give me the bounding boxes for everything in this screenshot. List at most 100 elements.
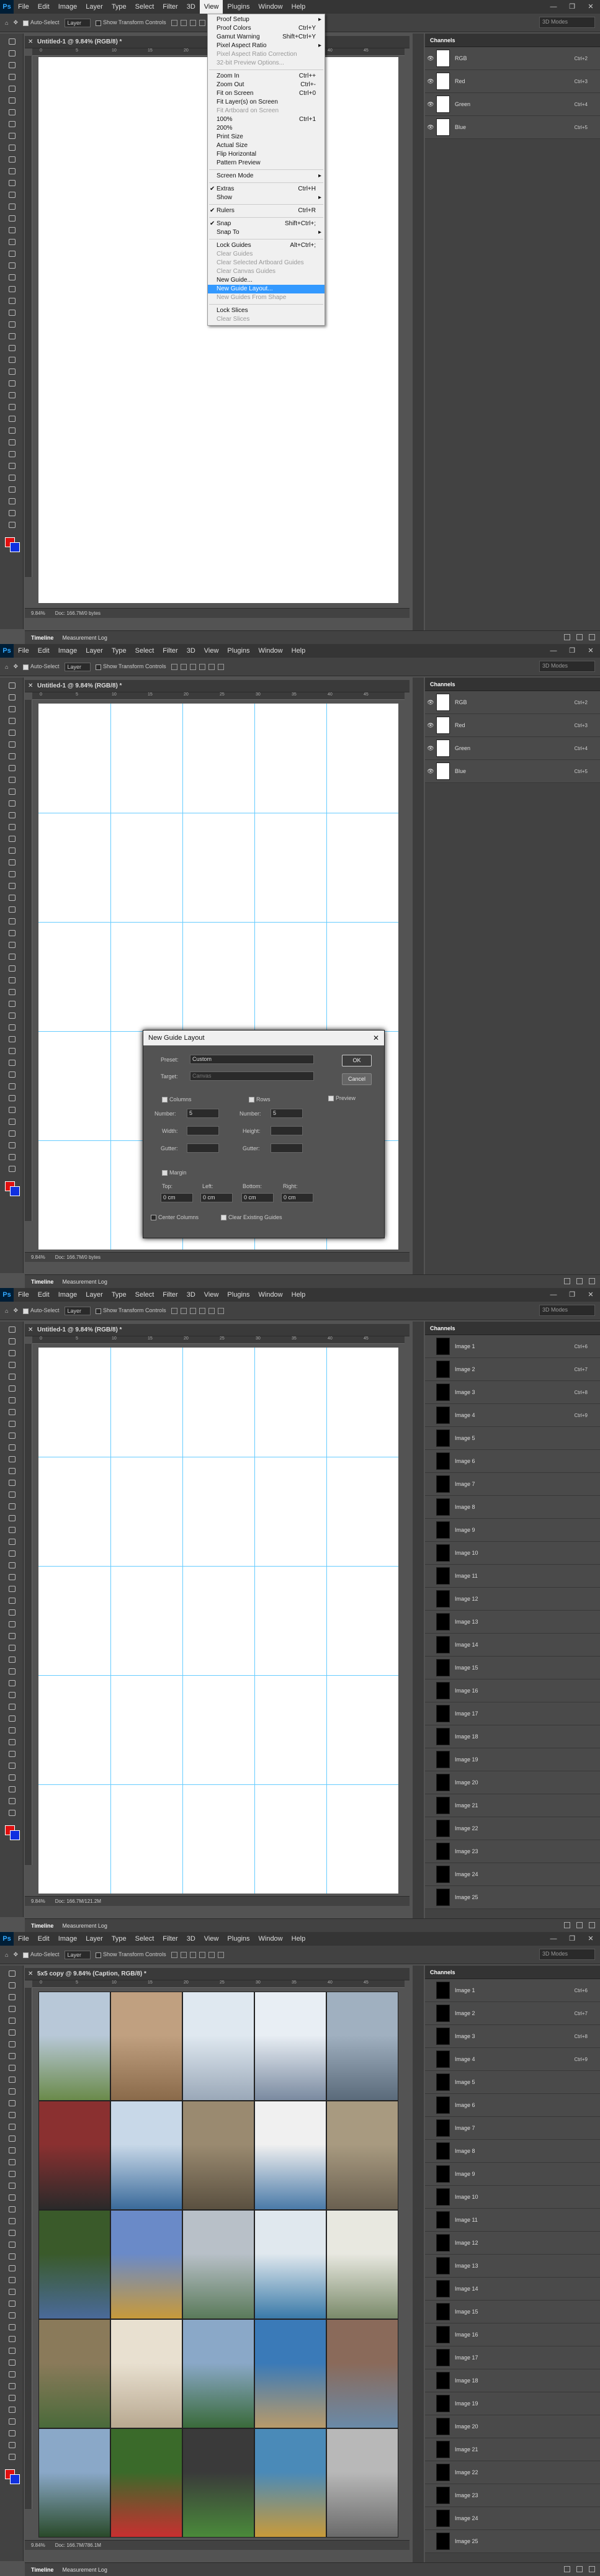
tool-icon[interactable] xyxy=(7,1420,17,1428)
photo-thumbnail[interactable] xyxy=(39,2429,110,2537)
menu-window[interactable]: Window xyxy=(254,1288,287,1302)
view-menu-item[interactable]: ✔ Extras Ctrl+H xyxy=(208,185,325,194)
channel-row[interactable]: Image 6 xyxy=(425,2094,600,2117)
view-menu-item[interactable]: Proof Setup ▸ xyxy=(208,16,325,24)
view-menu-item[interactable]: Gamut Warning Shift+Ctrl+Y xyxy=(208,33,325,42)
tool-icon[interactable] xyxy=(7,2170,17,2178)
tool-icon[interactable] xyxy=(7,776,17,784)
menu-file[interactable]: File xyxy=(14,1288,34,1302)
tool-icon[interactable] xyxy=(7,521,17,529)
align-icon[interactable] xyxy=(208,1951,215,1958)
tool-icon[interactable] xyxy=(7,1691,17,1699)
tab-timeline[interactable]: Timeline xyxy=(31,1279,53,1285)
menu-select[interactable]: Select xyxy=(131,644,159,658)
tool-icon[interactable] xyxy=(7,2016,17,2025)
channel-row[interactable]: Image 21 xyxy=(425,1794,600,1817)
tool-icon[interactable] xyxy=(7,344,17,352)
tool-icon[interactable] xyxy=(7,1620,17,1629)
eye-icon[interactable]: 👁 xyxy=(425,101,436,108)
channel-row[interactable]: Image 25 xyxy=(425,1886,600,1909)
tool-icon[interactable] xyxy=(7,120,17,128)
align-icon[interactable] xyxy=(180,19,187,26)
vertical-ruler[interactable] xyxy=(25,1988,32,2509)
tool-icon[interactable] xyxy=(7,1773,17,1782)
channel-row[interactable]: Image 2 Ctrl+7 xyxy=(425,2002,600,2025)
tab-measurement-log[interactable]: Measurement Log xyxy=(62,1279,107,1285)
tool-icon[interactable] xyxy=(7,1785,17,1794)
tool-icon[interactable] xyxy=(7,1981,17,1990)
menu-image[interactable]: Image xyxy=(54,1932,82,1946)
tool-icon[interactable] xyxy=(7,438,17,447)
margin-bottom-input[interactable]: 0 cm xyxy=(241,1193,274,1202)
document-tab[interactable]: ✕ 5x5 copy @ 9.84% (Caption, RGB/8) * xyxy=(25,1968,410,1980)
view-menu-item[interactable]: Snap To ▸ xyxy=(208,228,325,237)
vertical-ruler[interactable] xyxy=(25,700,32,1221)
tool-icon[interactable] xyxy=(7,2158,17,2167)
photo-thumbnail[interactable] xyxy=(255,1992,326,2100)
trash-icon[interactable] xyxy=(589,1922,595,1928)
photo-thumbnail[interactable] xyxy=(255,2320,326,2428)
channel-row[interactable]: 👁 Blue Ctrl+5 xyxy=(425,116,600,139)
document-tab[interactable]: ✕ Untitled-1 @ 9.84% (RGB/8) * xyxy=(25,1324,410,1336)
channel-row[interactable]: Image 5 xyxy=(425,2071,600,2094)
tool-icon[interactable] xyxy=(7,1478,17,1487)
tool-icon[interactable] xyxy=(7,49,17,58)
view-menu-item[interactable]: Clear Slices xyxy=(208,315,325,324)
preset-dropdown[interactable]: Custom xyxy=(190,1055,314,1064)
photo-thumbnail[interactable] xyxy=(111,2101,182,2209)
menu-filter[interactable]: Filter xyxy=(158,1288,182,1302)
menu-help[interactable]: Help xyxy=(287,1288,310,1302)
horizontal-ruler[interactable]: 0 5 10 15 20 25 30 35 40 45 xyxy=(32,1980,405,1988)
channels-tab[interactable]: Channels xyxy=(425,678,600,691)
tool-icon[interactable] xyxy=(7,2040,17,2049)
view-menu-item[interactable]: Clear Selected Artboard Guides xyxy=(208,259,325,267)
move-tool-icon[interactable]: ✥ xyxy=(13,1951,18,1958)
align-icon[interactable] xyxy=(189,1307,196,1314)
panel-icon[interactable] xyxy=(576,634,583,640)
tool-icon[interactable] xyxy=(7,1596,17,1605)
horizontal-ruler[interactable]: 0 5 10 15 20 25 30 35 40 45 xyxy=(32,1336,405,1344)
tool-icon[interactable] xyxy=(7,462,17,470)
channel-row[interactable]: Image 13 xyxy=(425,2255,600,2278)
tool-icon[interactable] xyxy=(7,297,17,305)
tool-icon[interactable] xyxy=(7,391,17,400)
tool-icon[interactable] xyxy=(7,1070,17,1079)
tool-icon[interactable] xyxy=(7,740,17,749)
menu-image[interactable]: Image xyxy=(54,0,82,14)
view-menu-item[interactable]: Screen Mode ▸ xyxy=(208,172,325,181)
menu-filter[interactable]: Filter xyxy=(158,1932,182,1946)
view-menu-item[interactable]: 32-bit Preview Options... xyxy=(208,59,325,68)
tool-icon[interactable] xyxy=(7,2134,17,2143)
view-menu-item[interactable]: 100% Ctrl+1 xyxy=(208,115,325,124)
tab-measurement-log[interactable]: Measurement Log xyxy=(62,1923,107,1929)
tool-icon[interactable] xyxy=(7,1443,17,1452)
channel-row[interactable]: Image 6 xyxy=(425,1450,600,1473)
align-icon[interactable] xyxy=(199,663,205,670)
tool-icon[interactable] xyxy=(7,96,17,105)
horizontal-ruler[interactable]: 0 5 10 15 20 25 30 35 40 45 xyxy=(32,692,405,700)
channel-row[interactable]: Image 12 xyxy=(425,2232,600,2255)
menu-window[interactable]: Window xyxy=(254,644,287,658)
tool-icon[interactable] xyxy=(7,2087,17,2096)
tool-icon[interactable] xyxy=(7,2181,17,2190)
menu-layer[interactable]: Layer xyxy=(81,1288,107,1302)
tool-icon[interactable] xyxy=(7,226,17,235)
menu-view[interactable]: View xyxy=(200,1932,223,1946)
menu-view[interactable]: View xyxy=(200,644,223,658)
tool-icon[interactable] xyxy=(7,108,17,117)
tab-measurement-log[interactable]: Measurement Log xyxy=(62,2567,107,2573)
tool-icon[interactable] xyxy=(7,1011,17,1020)
move-tool-icon[interactable]: ✥ xyxy=(13,1307,18,1314)
align-icon[interactable] xyxy=(199,1307,205,1314)
menu-view[interactable]: View xyxy=(199,0,223,14)
tool-icon[interactable] xyxy=(7,2240,17,2249)
tool-icon[interactable] xyxy=(7,952,17,961)
photo-thumbnail[interactable] xyxy=(183,1992,254,2100)
photo-thumbnail[interactable] xyxy=(183,2320,254,2428)
tool-icon[interactable] xyxy=(7,2005,17,2013)
tool-icon[interactable] xyxy=(7,2346,17,2355)
tool-icon[interactable] xyxy=(7,2193,17,2202)
channel-row[interactable]: Image 10 xyxy=(425,2186,600,2209)
tool-icon[interactable] xyxy=(7,929,17,937)
close-icon[interactable]: ✕ xyxy=(28,680,33,692)
